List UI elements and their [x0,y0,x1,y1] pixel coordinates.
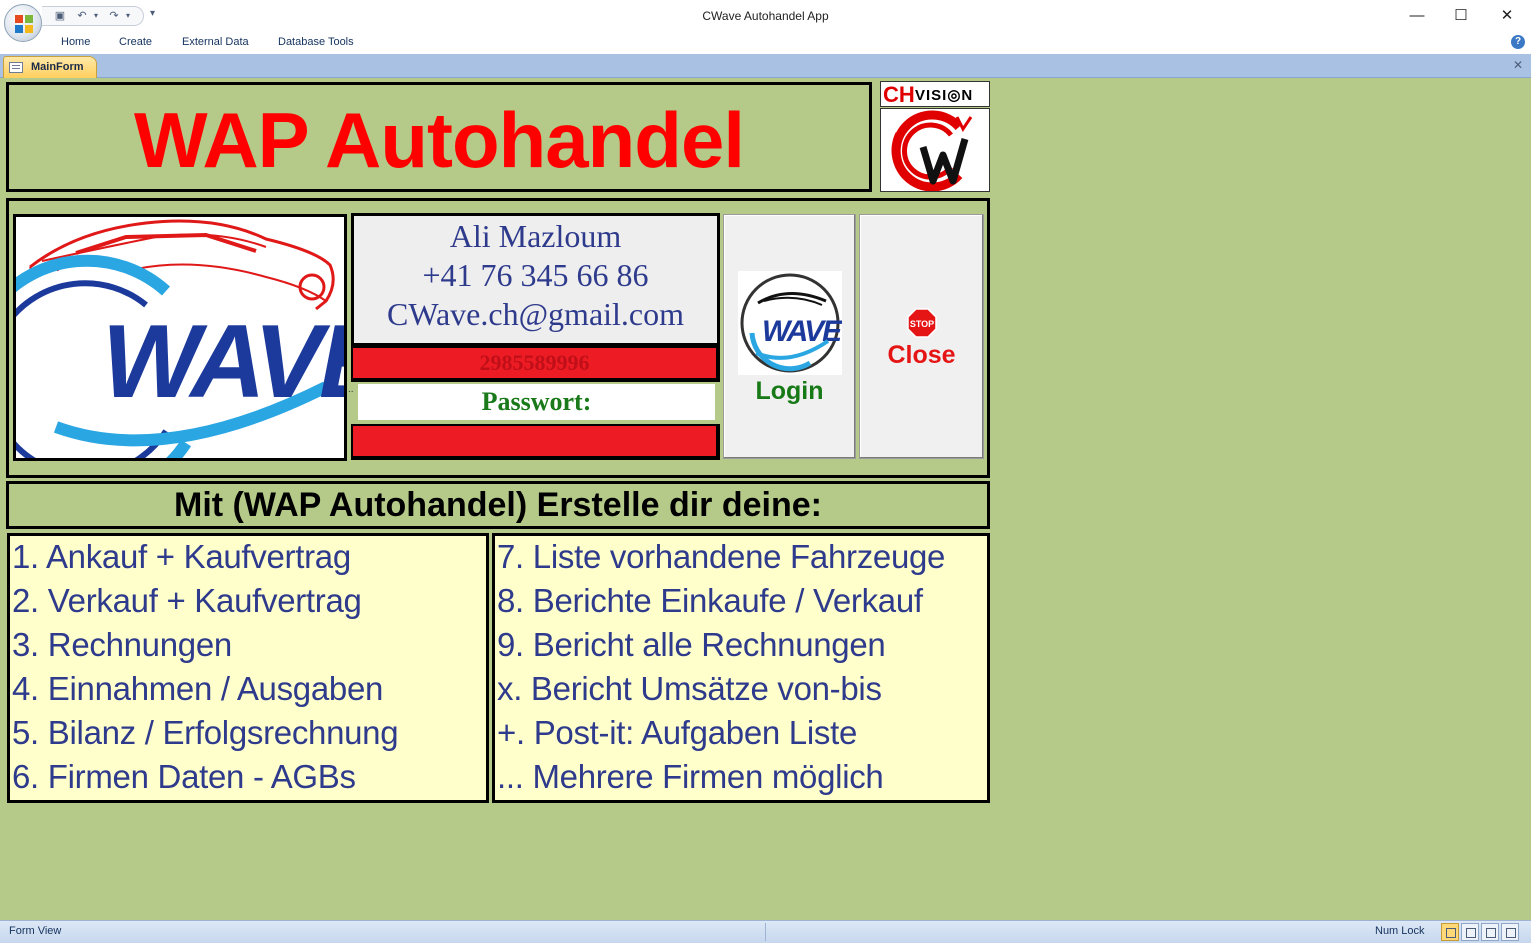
features-list-right: 7. Liste vorhandene Fahrzeuge 8. Bericht… [492,533,990,803]
tab-mainform-label: MainForm [31,61,84,73]
close-window-button[interactable]: ✕ [1485,4,1529,28]
tab-create[interactable]: Create [119,36,152,48]
chvision-logo: CH VISI◎N [880,81,990,107]
list-item: x. Bericht Umsätze von-bis [497,670,882,707]
app-title: WAP Autohandel [134,96,745,184]
tab-external-data[interactable]: External Data [182,36,249,48]
cw-logo-icon [891,110,973,192]
status-divider [765,923,766,941]
stop-sign-text: STOP [910,319,934,329]
login-button[interactable]: WAVE Login [723,214,856,459]
svg-text:WAVE: WAVE [762,315,842,348]
contact-card: Ali Mazloum +41 76 345 66 86 CWave.ch@gm… [351,213,720,346]
title-bar: ▣ ↶ ▾ ↷ ▾ ▾ CWave Autohandel App — ☐ ✕ [0,0,1531,42]
cw-logo-image [880,108,990,192]
form-view-icon[interactable] [1441,923,1459,941]
contact-phone: +41 76 345 66 86 [422,257,649,293]
close-document-icon[interactable]: ✕ [1513,58,1523,72]
list-item: 3. Rechnungen [12,626,232,663]
password-field[interactable] [351,424,720,460]
login-wave-logo: WAVE [738,271,845,375]
list-item: ... Mehrere Firmen möglich [497,758,884,795]
document-tab-strip: MainForm ✕ [0,54,1531,78]
maximize-button[interactable]: ☐ [1439,4,1483,28]
list-item: 7. Liste vorhandene Fahrzeuge [497,538,946,575]
brand-vision: VISI◎N [915,87,974,104]
tab-home[interactable]: Home [61,36,90,48]
wave-car-logo-icon: WAVE [0,219,395,503]
tab-mainform[interactable]: MainForm [3,56,97,78]
wave-logo-image: WAVE [0,214,395,503]
tab-database-tools[interactable]: Database Tools [278,36,354,48]
contact-name: Ali Mazloum [449,218,622,254]
list-item: 1. Ankauf + Kaufvertrag [12,538,351,575]
password-label: Passwort: [358,384,715,420]
numlock-indicator: Num Lock [1375,925,1425,937]
username-value: 2985589996 [479,350,590,375]
brand-ch: CH [883,82,915,107]
datasheet-view-icon[interactable] [1461,923,1479,941]
design-view-icon[interactable] [1501,923,1519,941]
dots-marker: .. [348,384,354,395]
list-item: 8. Berichte Einkaufe / Verkauf [497,582,923,619]
list-item: 9. Bericht alle Rechnungen [497,626,886,663]
username-field[interactable]: 2985589996 [351,346,720,382]
main-form: WAP Autohandel CH VISI◎N WAVE Ali [0,78,1531,920]
contact-email: CWave.ch@gmail.com [386,296,685,332]
help-icon[interactable]: ? [1511,35,1525,49]
features-list-left: 1. Ankauf + Kaufvertrag 2. Verkauf + Kau… [7,533,489,803]
status-view-label: Form View [9,925,62,937]
ribbon-tabs: Home Create External Data Database Tools… [0,32,1531,54]
list-item: 5. Bilanz / Erfolgsrechnung [12,714,399,751]
subtitle-panel: Mit (WAP Autohandel) Erstelle dir deine: [6,481,990,529]
office-logo-icon [15,15,33,33]
office-button[interactable] [4,4,42,42]
svg-text:WAVE: WAVE [102,304,344,420]
layout-view-icon[interactable] [1481,923,1499,941]
list-item: 2. Verkauf + Kaufvertrag [12,582,362,619]
close-label: Close [887,341,956,369]
form-icon [9,62,23,73]
close-button[interactable]: STOP Close [859,214,984,459]
list-item: 4. Einnahmen / Ausgaben [12,670,384,707]
status-bar: Form View Num Lock [0,920,1531,943]
list-item: +. Post-it: Aufgaben Liste [497,714,858,751]
title-panel: WAP Autohandel [6,82,872,192]
stop-sign-icon: STOP [907,308,937,338]
list-item: 6. Firmen Daten - AGBs [12,758,356,795]
wave-badge-icon: WAVE [740,273,845,373]
window-title: CWave Autohandel App [702,9,829,23]
features-subtitle: Mit (WAP Autohandel) Erstelle dir deine: [174,486,822,524]
login-label: Login [755,377,824,405]
minimize-button[interactable]: — [1395,4,1439,28]
